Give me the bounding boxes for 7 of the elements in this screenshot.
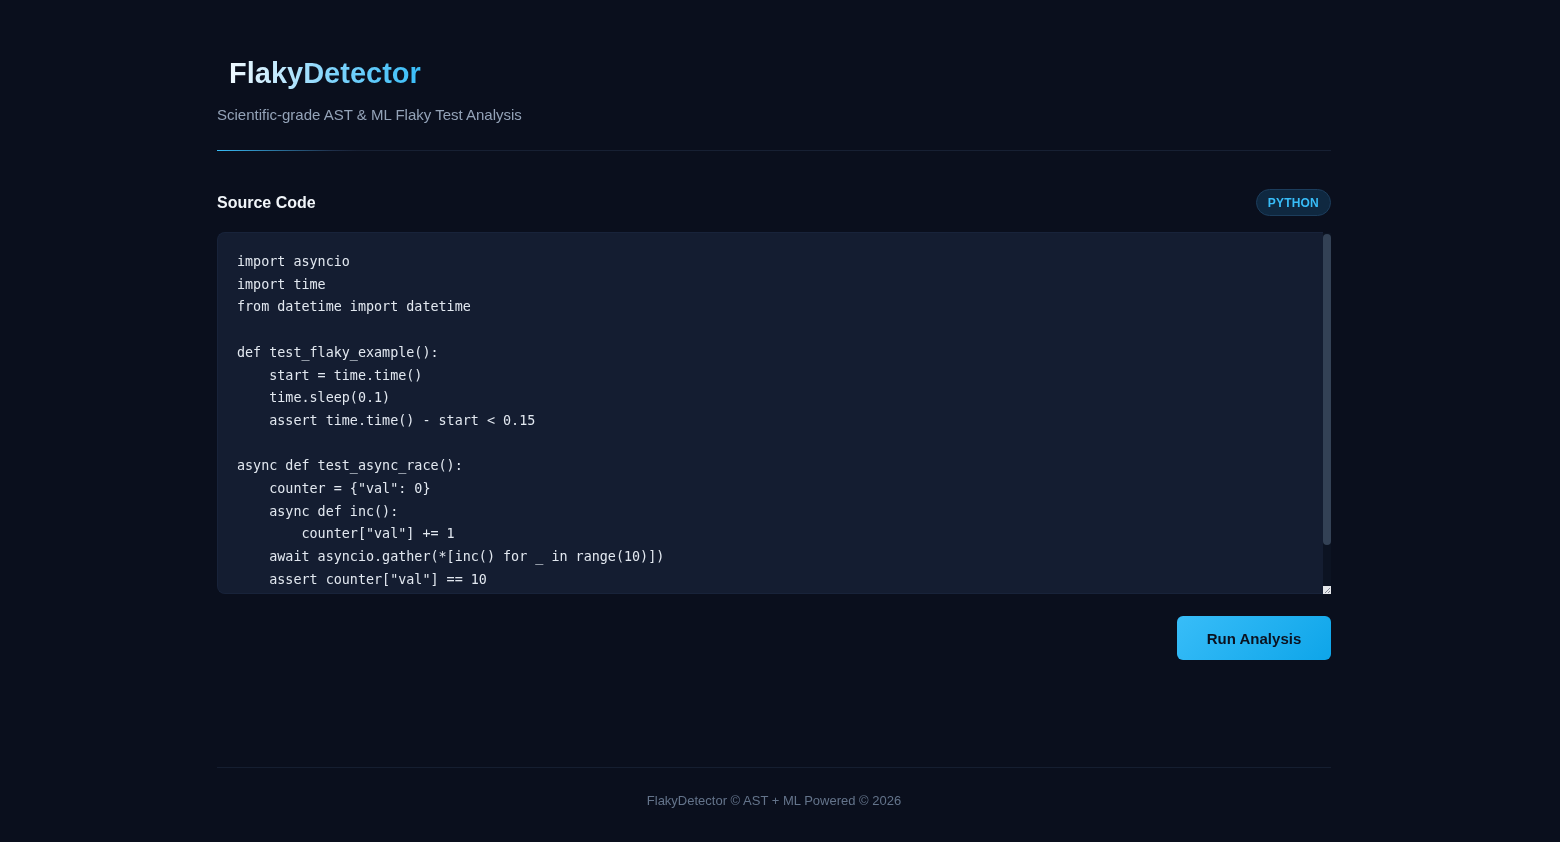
footer-text: FlakyDetector © AST + ML Powered © 2026	[646, 792, 902, 810]
resize-grip-icon[interactable]	[1323, 586, 1331, 594]
app-subtitle: Scientific-grade AST & ML Flaky Test Analysis	[217, 105, 522, 125]
code-input[interactable]: import asyncio import time from datetime import datetime def test_flaky_example(): start = time.time() time.sleep(0.1) assert time.time() - start < 0.15 async def test_async_race(): counter = {"val": 0} async def inc(): counter["val"] += 1 await asyncio.gather(*[inc() for _ in range(10)]) assert counter["val"] == 10	[217, 232, 1323, 594]
language-badge: PYTHON	[1255, 189, 1331, 216]
section-heading: Source Code	[217, 193, 316, 212]
run-analysis-button[interactable]: Run Analysis	[1177, 616, 1331, 660]
